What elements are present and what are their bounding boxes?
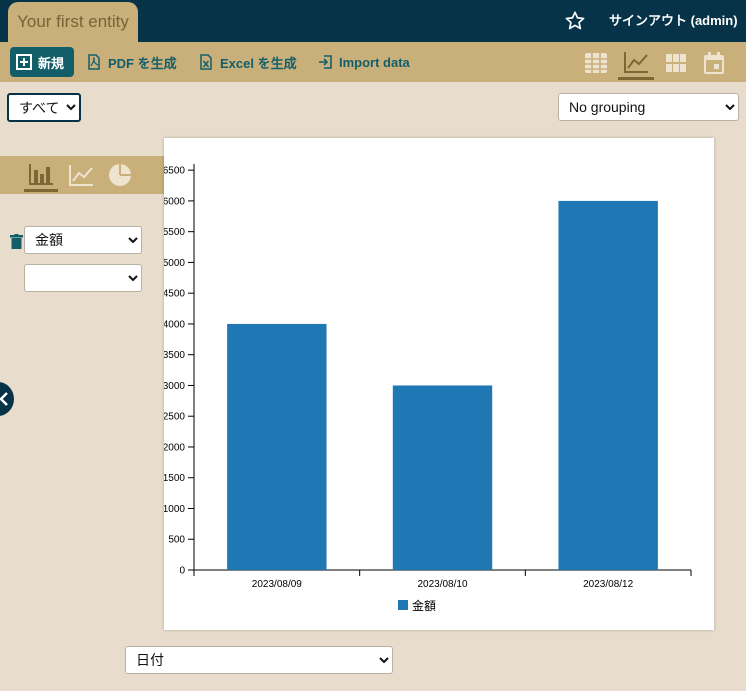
bar	[227, 323, 327, 570]
import-button-label: Import data	[339, 54, 410, 70]
y-tick-label: 2500	[164, 412, 185, 423]
y-tick-label: 6000	[164, 196, 185, 207]
trash-icon[interactable]	[10, 234, 23, 249]
bar	[392, 385, 493, 570]
excel-button[interactable]: Excel を生成	[198, 47, 297, 77]
y-tick-label: 5000	[164, 258, 185, 269]
y-field-select[interactable]: 金額	[24, 226, 142, 254]
y-field-add-select[interactable]	[24, 264, 142, 292]
new-button-label: 新規	[38, 55, 65, 71]
calendar-view-button[interactable]	[698, 46, 730, 80]
y-tick-label: 1000	[164, 504, 185, 515]
chart-panel: 0 500 1000 1500 2000 2500 3000 3500 4000 4500 5000…	[164, 138, 714, 630]
x-tick-label: 2023/08/12	[583, 579, 633, 590]
grid-view-button[interactable]	[660, 46, 692, 80]
star-icon[interactable]	[564, 10, 586, 32]
grid-view-icon	[666, 54, 686, 72]
pdf-icon	[88, 54, 100, 70]
excel-icon	[200, 54, 212, 70]
table-view-button[interactable]	[580, 46, 612, 80]
pdf-button-label: PDF を生成	[108, 55, 177, 71]
y-tick-label: 500	[168, 535, 185, 546]
y-tick-label: 4000	[164, 319, 185, 330]
legend-swatch	[398, 600, 408, 610]
add-icon	[16, 54, 32, 70]
excel-button-label: Excel を生成	[220, 55, 297, 71]
x-field-select[interactable]: 日付	[125, 646, 393, 674]
sidebar-collapse-button[interactable]	[0, 382, 14, 416]
chart-view-button[interactable]	[618, 46, 654, 80]
x-tick-label: 2023/08/10	[417, 579, 467, 590]
chevron-left-icon	[0, 392, 8, 406]
y-tick-label: 2000	[164, 442, 185, 453]
pie-chart-icon	[109, 164, 131, 186]
legend-label: 金額	[412, 598, 436, 613]
chart-type-pie-button[interactable]	[103, 158, 137, 192]
new-button[interactable]: 新規	[10, 47, 74, 77]
grouping-select[interactable]: No grouping	[558, 93, 739, 121]
y-tick-label: 3500	[164, 350, 185, 361]
y-tick-label: 1500	[164, 473, 185, 484]
chart-type-bar-button[interactable]	[24, 158, 58, 192]
y-tick-label: 3000	[164, 381, 185, 392]
filter-select[interactable]: すべて	[7, 93, 81, 122]
chart-type-bar	[0, 156, 164, 194]
y-tick-label: 5500	[164, 227, 185, 238]
entity-tab[interactable]: Your first entity	[8, 2, 138, 42]
import-icon	[319, 55, 332, 69]
bar	[558, 200, 658, 570]
x-tick-label: 2023/08/09	[252, 579, 302, 590]
chart-view-icon	[624, 51, 648, 73]
bar-chart: 0 500 1000 1500 2000 2500 3000 3500 4000 4500 5000…	[164, 164, 692, 613]
calendar-view-icon	[704, 52, 724, 74]
chart-type-line-button[interactable]	[64, 158, 98, 192]
y-tick-label: 4500	[164, 289, 185, 300]
signout-link[interactable]: サインアウト (admin)	[609, 0, 738, 42]
import-button[interactable]: Import data	[317, 47, 410, 77]
line-chart-icon	[69, 165, 93, 186]
toolbar: 新規 PDF を生成 Excel を生成 Import data	[0, 42, 746, 82]
pdf-button[interactable]: PDF を生成	[86, 47, 177, 77]
bar-chart-icon	[29, 163, 53, 185]
y-tick-label: 0	[179, 566, 185, 577]
y-tick-label: 6500	[164, 166, 185, 177]
table-view-icon	[585, 53, 607, 73]
top-bar: Your first entity サインアウト (admin)	[0, 0, 746, 42]
